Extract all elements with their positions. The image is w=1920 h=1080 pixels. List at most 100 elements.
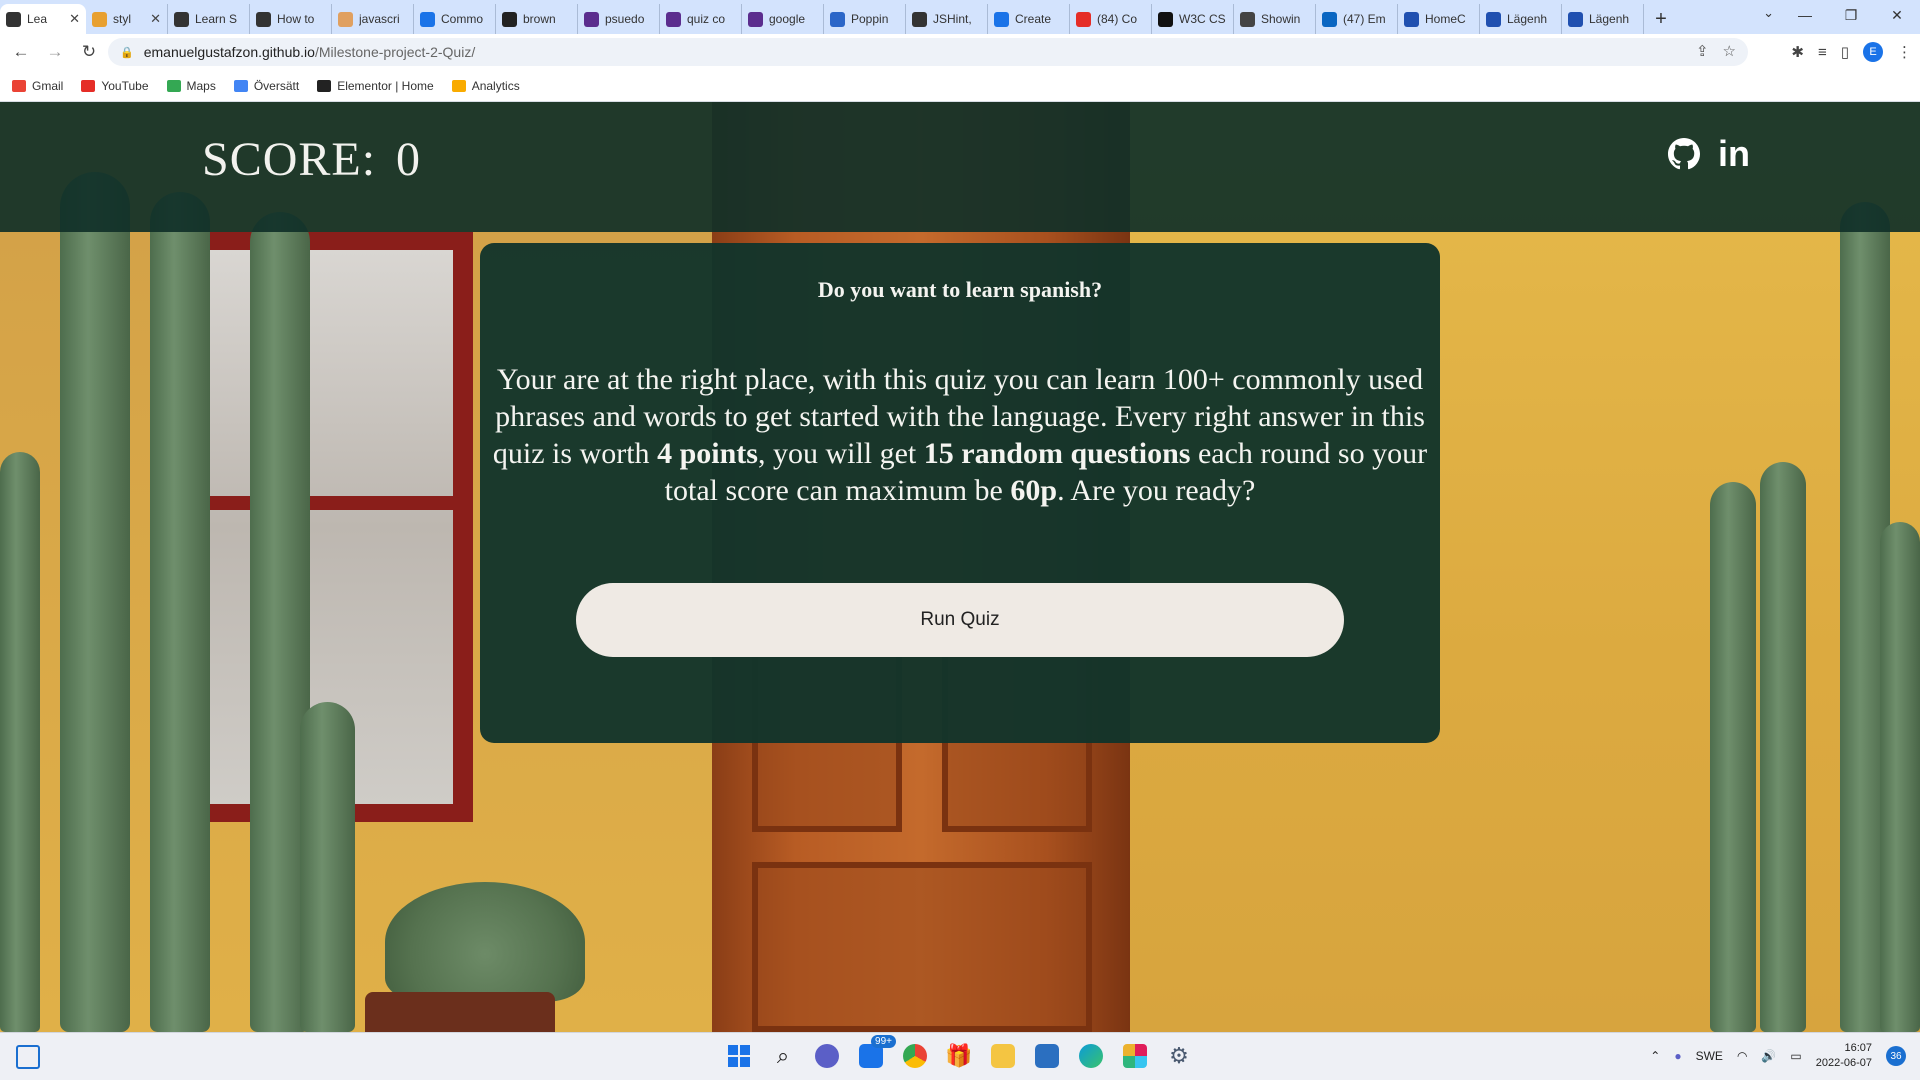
bookmark-favicon-icon <box>81 79 96 92</box>
teams-tray-icon[interactable]: ● <box>1674 1049 1681 1063</box>
tray-overflow-chevron-icon[interactable]: ⌃ <box>1650 1049 1660 1063</box>
tab-close-icon[interactable]: ✕ <box>150 11 161 27</box>
browser-tab[interactable]: styl ✕ <box>86 4 168 34</box>
widgets-icon[interactable] <box>16 1045 40 1069</box>
system-tray: ⌃ ● SWE ◠ 🔊 ▭ 16:07 2022-06-07 36 <box>1650 1041 1906 1071</box>
browser-tab[interactable]: Lea ✕ <box>0 4 86 34</box>
settings-gear-icon[interactable]: ⚙ <box>1164 1039 1194 1073</box>
intro-card: Do you want to learn spanish? Your are a… <box>480 243 1440 743</box>
background-succulent <box>385 882 585 1002</box>
bookmark-item[interactable]: Elementor | Home <box>317 79 434 93</box>
address-bar[interactable]: 🔒 emanuelgustafzon.github.io/Milestone-p… <box>108 38 1748 66</box>
tab-favicon-icon <box>912 11 927 27</box>
browser-tab[interactable]: javascri <box>332 4 414 34</box>
browser-tab[interactable]: Create <box>988 4 1070 34</box>
bookmark-item[interactable]: Analytics <box>451 78 520 93</box>
restore-icon[interactable]: ❐ <box>1828 0 1874 30</box>
tab-favicon-icon <box>174 11 189 27</box>
bookmark-label: Analytics <box>471 78 520 93</box>
side-panel-icon[interactable]: ▯ <box>1841 43 1849 61</box>
clock[interactable]: 16:07 2022-06-07 <box>1816 1041 1872 1071</box>
menu-kebab-icon[interactable]: ⋮ <box>1897 43 1912 61</box>
tab-title: google <box>769 12 806 26</box>
tab-favicon-icon <box>584 11 599 27</box>
notification-badge[interactable]: 36 <box>1886 1046 1906 1066</box>
browser-tab[interactable]: HomeC <box>1398 4 1480 34</box>
tab-search-chevron-icon[interactable]: ⌄ <box>1763 5 1774 21</box>
tab-title: Poppin <box>851 12 889 26</box>
chrome-icon[interactable] <box>900 1039 930 1073</box>
bookmark-item[interactable]: Maps <box>166 79 216 93</box>
slack-icon[interactable] <box>1120 1039 1150 1073</box>
tab-favicon-icon <box>6 11 21 27</box>
browser-tab[interactable]: Learn S <box>168 4 250 34</box>
run-quiz-button[interactable]: Run Quiz <box>576 583 1344 657</box>
browser-tab[interactable]: brown <box>496 4 578 34</box>
browser-tab[interactable]: quiz co <box>660 4 742 34</box>
browser-tab[interactable]: How to <box>250 4 332 34</box>
browser-tab[interactable]: google <box>742 4 824 34</box>
new-tab-button[interactable]: + <box>1644 4 1678 34</box>
browser-tab[interactable]: Lägenh <box>1562 4 1644 34</box>
tab-favicon-icon <box>1404 11 1419 27</box>
minimize-icon[interactable]: — <box>1782 0 1828 30</box>
photos-icon[interactable] <box>1032 1039 1062 1073</box>
browser-tab[interactable]: Showin <box>1234 4 1316 34</box>
gift-app-icon[interactable]: 🎁 <box>944 1039 974 1073</box>
bookmark-favicon-icon <box>317 79 332 92</box>
tab-favicon-icon <box>1568 11 1583 27</box>
tab-title: W3C CS <box>1179 12 1226 26</box>
teams-chat-icon[interactable] <box>812 1039 842 1073</box>
battery-icon[interactable]: ▭ <box>1790 1049 1801 1063</box>
bookmark-label: YouTube <box>101 78 149 93</box>
bookmark-favicon-icon <box>233 79 248 92</box>
close-window-icon[interactable]: ✕ <box>1874 0 1920 30</box>
tab-favicon-icon <box>256 11 271 27</box>
browser-tab[interactable]: JSHint, <box>906 4 988 34</box>
taskbar: ⌕ 99+ 🎁 ⚙ ⌃ ● SWE ◠ 🔊 ▭ 16:07 2022-06-07… <box>0 1032 1920 1080</box>
extensions-puzzle-icon[interactable]: ✱ <box>1791 43 1804 61</box>
bookmark-item[interactable]: YouTube <box>81 78 149 93</box>
bookmark-item[interactable]: Översätt <box>233 79 299 93</box>
tab-title: Lägenh <box>1507 12 1548 26</box>
bookmark-star-icon[interactable]: ☆ <box>1723 42 1736 60</box>
search-icon[interactable]: ⌕ <box>768 1039 798 1073</box>
browser-tab[interactable]: psuedo <box>578 4 660 34</box>
bookmark-item[interactable]: Gmail <box>12 79 63 93</box>
forward-arrow-icon[interactable]: → <box>42 39 68 65</box>
mail-icon[interactable]: 99+ <box>856 1035 896 1073</box>
tab-title: styl <box>113 12 131 26</box>
browser-tab[interactable]: Poppin <box>824 4 906 34</box>
url-path: /Milestone-project-2-Quiz/ <box>314 44 476 60</box>
wifi-icon[interactable]: ◠ <box>1737 1049 1747 1063</box>
browser-tab[interactable]: (84) Co <box>1070 4 1152 34</box>
intro-heading: Do you want to learn spanish? <box>817 277 1103 302</box>
score-label: SCORE: <box>202 133 377 186</box>
file-explorer-icon[interactable] <box>988 1039 1018 1073</box>
browser-tab[interactable]: Commo <box>414 4 496 34</box>
url-host: emanuelgustafzon.github.io <box>143 44 315 60</box>
browser-tab[interactable]: (47) Em <box>1316 4 1398 34</box>
tab-title: brown <box>523 12 556 26</box>
volume-icon[interactable]: 🔊 <box>1761 1049 1776 1063</box>
clock-date: 2022-06-07 <box>1815 1057 1872 1069</box>
back-arrow-icon[interactable]: ← <box>8 39 34 65</box>
tab-close-icon[interactable]: ✕ <box>69 11 80 27</box>
taskbar-apps: ⌕ 99+ 🎁 ⚙ <box>724 1035 1194 1073</box>
edge-icon[interactable] <box>1076 1039 1106 1073</box>
tab-title: Commo <box>441 12 484 26</box>
reload-icon[interactable]: ↻ <box>76 39 102 65</box>
share-icon[interactable]: ⇪ <box>1696 42 1709 60</box>
browser-tab[interactable]: W3C CS <box>1152 4 1234 34</box>
clock-time: 16:07 <box>1844 1042 1872 1054</box>
tab-title: psuedo <box>605 12 645 26</box>
tab-favicon-icon <box>666 11 681 27</box>
start-windows-icon[interactable] <box>724 1039 754 1073</box>
profile-avatar[interactable]: E <box>1863 42 1883 62</box>
browser-tab[interactable]: Lägenh <box>1480 4 1562 34</box>
linkedin-icon[interactable]: in <box>1718 136 1750 172</box>
language-indicator[interactable]: SWE <box>1696 1049 1723 1063</box>
github-icon[interactable] <box>1668 138 1700 170</box>
tab-favicon-icon <box>1322 11 1337 27</box>
media-control-icon[interactable]: ≡ <box>1818 44 1827 61</box>
